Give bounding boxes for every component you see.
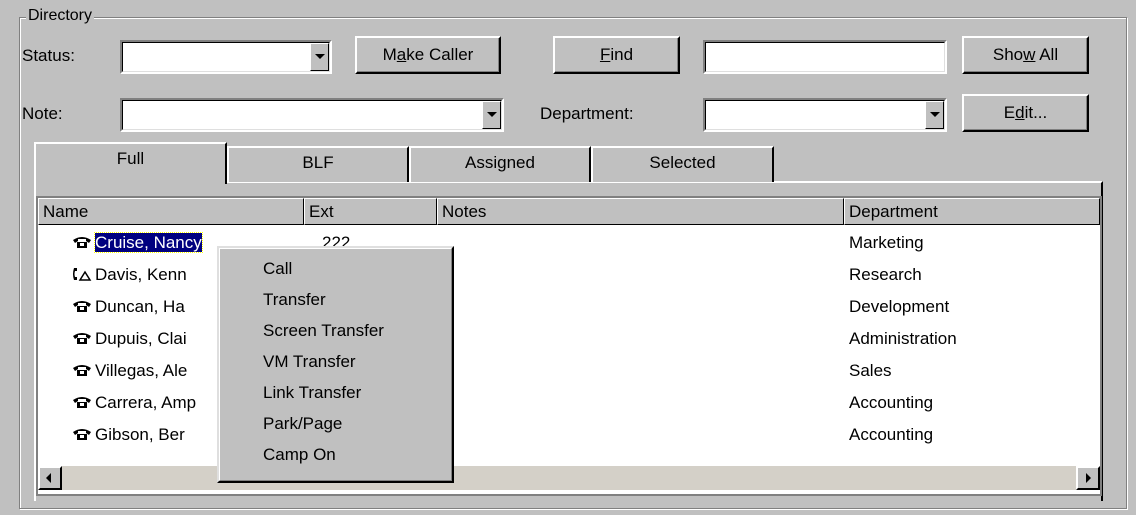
phone-icon — [72, 361, 95, 380]
make-caller-button[interactable]: Make Caller — [355, 36, 501, 74]
show-all-button[interactable]: Show All — [962, 36, 1089, 74]
scroll-right-button[interactable] — [1076, 466, 1100, 490]
row-name-text: Gibson, Ber — [95, 425, 185, 444]
find-input[interactable] — [703, 40, 947, 74]
directory-listview[interactable]: Name Ext Notes Department Cruise, Nancy 2… — [36, 196, 1102, 496]
find-button[interactable]: Find — [553, 36, 680, 74]
edit-button[interactable]: Edit... — [962, 94, 1089, 132]
menu-item-camp-on[interactable]: Camp On — [263, 444, 336, 466]
table-row[interactable]: Davis, Kenn — [72, 264, 187, 286]
directory-group-title: Directory — [26, 6, 95, 26]
row-name-text: Dupuis, Clai — [95, 329, 187, 348]
department-dropdown-arrow-icon[interactable] — [925, 101, 944, 129]
phone-icon — [72, 393, 95, 412]
row-name-text: Davis, Kenn — [95, 265, 187, 284]
table-row[interactable]: Villegas, Ale — [72, 360, 187, 382]
note-dropdown[interactable] — [120, 98, 504, 132]
menu-item-screen-transfer[interactable]: Screen Transfer — [263, 320, 384, 342]
tab-assigned[interactable]: Assigned — [409, 146, 591, 182]
table-row[interactable]: Gibson, Ber — [72, 424, 185, 446]
row-name-text: Villegas, Ale — [95, 361, 188, 380]
phone-icon — [72, 425, 95, 444]
note-dropdown-arrow-icon[interactable] — [482, 101, 501, 129]
department-label: Department: — [540, 104, 634, 123]
status-dropdown-arrow-icon[interactable] — [310, 43, 329, 71]
phone-offhook-icon — [72, 265, 95, 284]
horizontal-scrollbar[interactable] — [38, 466, 1100, 490]
column-header-notes[interactable]: Notes — [437, 198, 844, 225]
phone-icon — [72, 297, 95, 316]
note-label: Note: — [22, 104, 63, 123]
menu-item-transfer[interactable]: Transfer — [263, 289, 326, 311]
arrow-left-icon — [46, 473, 51, 483]
row-name-text: Cruise, Nancy — [94, 232, 203, 253]
column-header-department[interactable]: Department — [844, 198, 1100, 225]
tab-blf[interactable]: BLF — [227, 146, 409, 182]
row-department: Research — [849, 265, 922, 284]
menu-item-park-page[interactable]: Park/Page — [263, 413, 342, 435]
table-row[interactable]: Carrera, Amp — [72, 392, 196, 414]
status-dropdown[interactable] — [120, 40, 332, 74]
phone-icon — [72, 233, 95, 252]
phone-icon — [72, 329, 95, 348]
table-row[interactable]: Cruise, Nancy — [72, 232, 203, 254]
row-department: Development — [849, 297, 950, 316]
tab-selected[interactable]: Selected — [591, 146, 774, 182]
row-name-text: Carrera, Amp — [95, 393, 197, 412]
context-menu: Call Transfer Screen Transfer VM Transfe… — [217, 246, 454, 483]
column-header-name[interactable]: Name — [38, 198, 304, 225]
column-header-ext[interactable]: Ext — [304, 198, 437, 225]
row-department: Marketing — [849, 233, 924, 252]
row-department: Sales — [849, 361, 892, 380]
row-department: Accounting — [849, 425, 934, 444]
arrow-right-icon — [1086, 473, 1091, 483]
menu-item-call[interactable]: Call — [263, 258, 292, 280]
row-department: Accounting — [849, 393, 934, 412]
menu-item-link-transfer[interactable]: Link Transfer — [263, 382, 361, 404]
scroll-left-button[interactable] — [38, 466, 62, 490]
status-label: Status: — [22, 46, 75, 65]
row-name-text: Duncan, Ha — [95, 297, 185, 316]
tab-full[interactable]: Full — [34, 142, 227, 184]
department-dropdown[interactable] — [703, 98, 947, 132]
table-row[interactable]: Duncan, Ha — [72, 296, 185, 318]
menu-item-vm-transfer[interactable]: VM Transfer — [263, 351, 356, 373]
row-department: Administration — [849, 329, 957, 348]
table-row[interactable]: Dupuis, Clai — [72, 328, 187, 350]
